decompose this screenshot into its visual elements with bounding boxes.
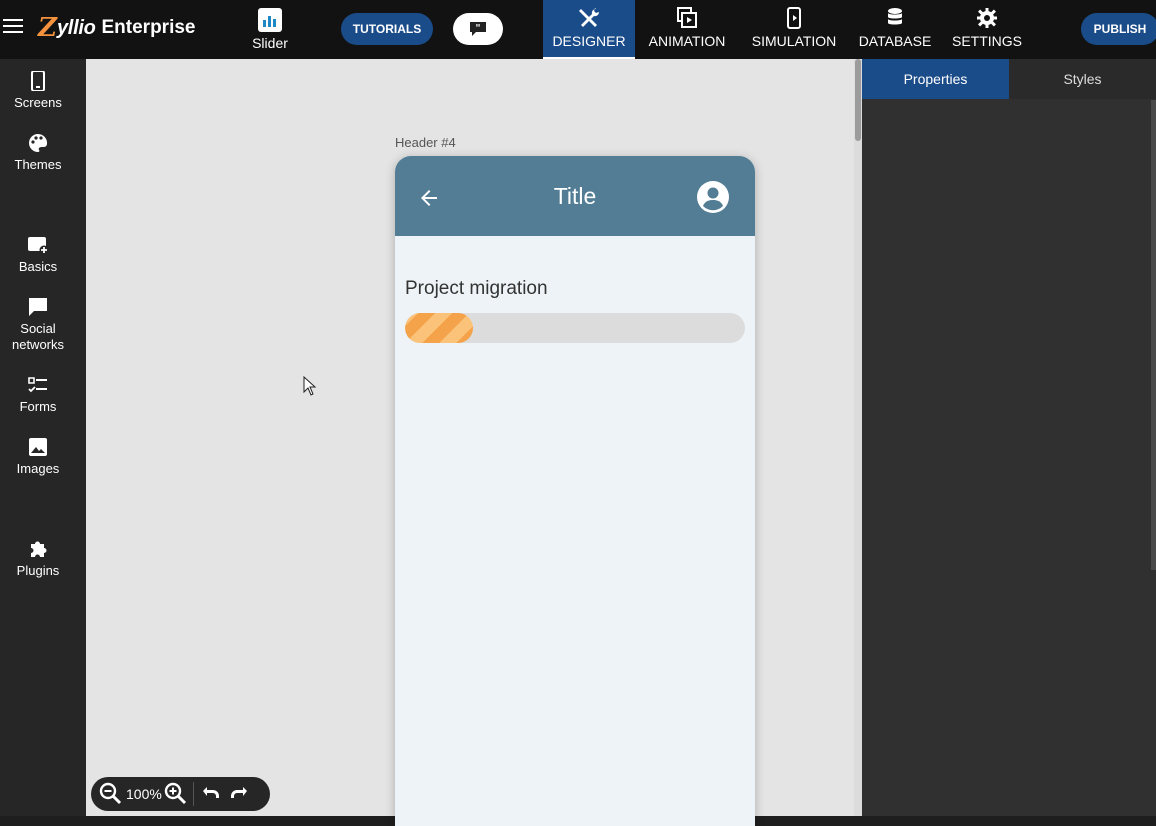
sidebar-item-basics[interactable]: Basics (0, 235, 76, 275)
app-header[interactable]: Title (395, 156, 755, 236)
tab-designer-label: DESIGNER (552, 33, 626, 49)
progress-fill (405, 313, 473, 343)
zoom-level: 100% (126, 786, 162, 802)
redo-icon[interactable] (227, 782, 251, 806)
image-icon (29, 438, 47, 456)
screens-icon (31, 71, 45, 91)
simulation-phone-icon (787, 7, 801, 29)
checklist-icon (28, 377, 47, 393)
sidebar-item-themes[interactable]: Themes (0, 133, 76, 173)
basics-add-icon (28, 237, 48, 255)
scrollbar-thumb[interactable] (855, 59, 861, 141)
tab-settings[interactable]: SETTINGS (951, 0, 1023, 59)
sidebar-item-label: Basics (18, 259, 58, 274)
sidebar-item-label: Images (16, 461, 60, 476)
account-circle-icon[interactable] (696, 180, 730, 214)
tutorials-button[interactable]: TUTORIALS (341, 13, 433, 45)
slider-button[interactable]: Slider (245, 6, 295, 54)
bar-chart-icon (258, 8, 282, 32)
canvas-scrollbar[interactable] (854, 59, 862, 816)
sidebar-item-label: Screens (14, 95, 62, 110)
gear-icon (977, 8, 997, 28)
publish-button[interactable]: PUBLISH (1081, 13, 1156, 45)
mouse-cursor-icon (303, 376, 317, 396)
zoom-out-icon[interactable] (99, 782, 123, 806)
tab-simulation[interactable]: SIMULATION (749, 0, 839, 59)
tab-designer[interactable]: DESIGNER (543, 0, 635, 59)
logo-edition: Enterprise (101, 17, 196, 38)
sidebar-item-label: Social networks (11, 321, 65, 352)
top-bar: Z yllio Enterprise Slider TUTORIALS " DE… (0, 0, 1156, 59)
left-sidebar: Screens Themes Basics Social networks Fo… (0, 59, 86, 816)
sidebar-item-social-networks[interactable]: Social networks (0, 297, 76, 353)
sidebar-item-plugins[interactable]: Plugins (0, 539, 76, 579)
tab-styles[interactable]: Styles (1009, 59, 1156, 99)
slider-label: Slider (252, 35, 288, 51)
chat-bubble-icon (29, 298, 47, 316)
logo-name: yllio (56, 16, 96, 39)
tab-simulation-label: SIMULATION (751, 33, 837, 49)
tab-animation[interactable]: ANIMATION (645, 0, 729, 59)
palette-icon (29, 133, 48, 152)
screen-label: Header #4 (395, 135, 456, 150)
sidebar-item-screens[interactable]: Screens (0, 71, 76, 111)
quote-chat-icon: " (470, 22, 486, 36)
animation-icon (677, 7, 697, 28)
hamburger-menu-icon[interactable] (3, 19, 23, 37)
designer-tools-icon (579, 8, 600, 27)
zoom-toolbar: 100% (91, 777, 270, 811)
zoom-divider (192, 782, 194, 806)
sidebar-item-label: Plugins (16, 563, 60, 578)
progress-bar (405, 313, 745, 343)
database-icon (888, 8, 902, 25)
tab-database-label: DATABASE (858, 33, 932, 49)
progress-label: Project migration (405, 278, 548, 299)
tab-database[interactable]: DATABASE (858, 0, 932, 59)
phone-screen[interactable]: Title Project migration (395, 156, 755, 826)
sidebar-item-label: Forms (19, 399, 57, 414)
chat-button[interactable]: " (453, 13, 503, 45)
app-logo: Z yllio Enterprise (38, 8, 195, 48)
sidebar-item-label: Themes (14, 157, 62, 172)
svg-text:": " (475, 23, 480, 34)
undo-icon[interactable] (199, 782, 223, 806)
tab-animation-label: ANIMATION (648, 33, 726, 49)
puzzle-icon (31, 541, 47, 557)
zoom-in-icon[interactable] (164, 782, 188, 806)
sidebar-item-forms[interactable]: Forms (0, 375, 76, 415)
logo-mark: Z (38, 13, 57, 43)
right-panel: Properties Styles (862, 59, 1156, 816)
right-panel-scrollbar[interactable] (1151, 100, 1156, 570)
tab-properties[interactable]: Properties (862, 59, 1009, 99)
tab-settings-label: SETTINGS (951, 33, 1022, 49)
sidebar-item-images[interactable]: Images (0, 437, 76, 477)
